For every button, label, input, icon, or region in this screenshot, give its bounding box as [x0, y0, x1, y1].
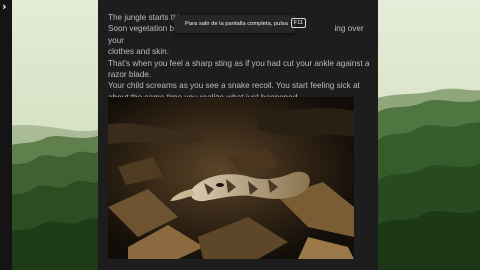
snake-photo: [108, 97, 354, 259]
paragraph-fragment: The jungle starts thi: [108, 13, 180, 22]
paragraph-4: That's when you feel a sharp sting as if…: [108, 58, 370, 80]
f11-key-badge: F11: [290, 18, 307, 29]
background-image-left: ›: [0, 0, 98, 270]
chevron-right-icon: ›: [2, 0, 7, 13]
background-image-right: [378, 0, 480, 270]
paragraph-fragment: Soon vegetation bloc: [108, 24, 185, 34]
paragraph-3: clothes and skin.: [108, 47, 169, 57]
sidebar-toggle[interactable]: ›: [0, 0, 12, 270]
fullscreen-exit-notice: Para salir de la pantalla completa, puls…: [174, 15, 307, 33]
article-panel: The jungle starts thi Soon vegetation bl…: [98, 0, 378, 270]
notice-message: Para salir de la pantalla completa, puls…: [185, 21, 288, 27]
